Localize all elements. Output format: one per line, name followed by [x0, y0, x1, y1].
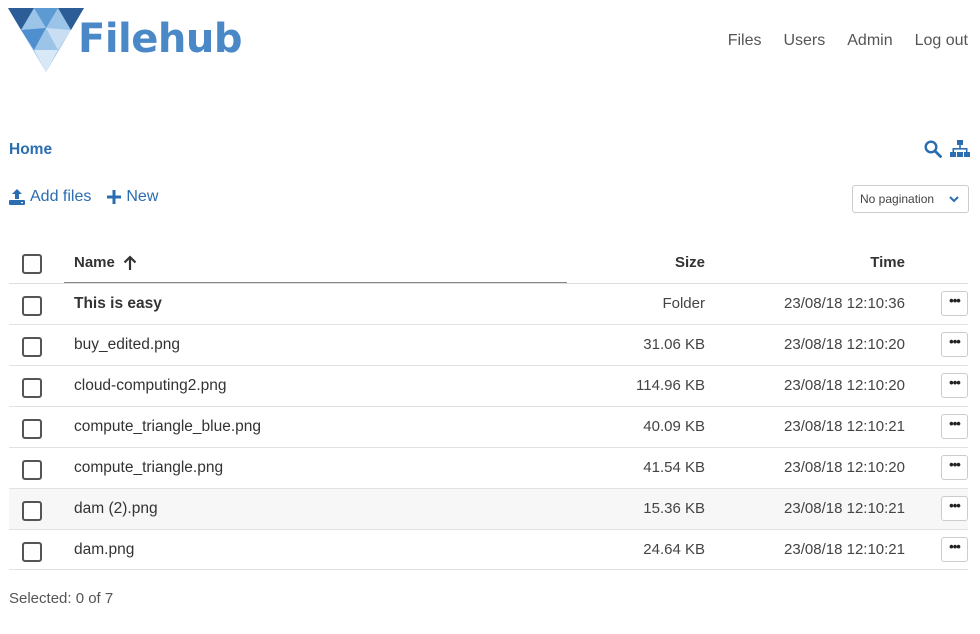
file-actions: Add files New: [9, 188, 174, 206]
file-time: 23/08/18 12:10:21: [784, 500, 905, 517]
file-name[interactable]: cloud-computing2.png: [74, 377, 227, 395]
file-name[interactable]: dam.png: [74, 541, 134, 559]
column-header-name[interactable]: Name: [74, 254, 137, 271]
file-size: 15.36 KB: [643, 500, 705, 517]
more-actions-button[interactable]: •••: [941, 537, 968, 562]
breadcrumb-home[interactable]: Home: [9, 141, 52, 159]
more-actions-button[interactable]: •••: [941, 414, 968, 439]
app-name: Filehub: [78, 16, 242, 62]
nav-admin[interactable]: Admin: [847, 30, 892, 52]
pagination-value: No pagination: [860, 192, 935, 206]
file-time: 23/08/18 12:10:20: [784, 377, 905, 394]
file-size: 40.09 KB: [643, 418, 705, 435]
new-button[interactable]: New: [107, 188, 158, 206]
file-time: 23/08/18 12:10:21: [784, 541, 905, 558]
plus-icon: [107, 190, 122, 204]
row-checkbox[interactable]: [22, 337, 42, 357]
row-checkbox[interactable]: [22, 378, 42, 398]
sort-arrow-up-icon: [123, 254, 137, 270]
logo-triangle-icon: [8, 8, 84, 72]
row-checkbox[interactable]: [22, 542, 42, 562]
file-size: 31.06 KB: [643, 336, 705, 353]
file-name[interactable]: buy_edited.png: [74, 336, 180, 354]
file-name[interactable]: This is easy: [74, 295, 162, 313]
file-time: 23/08/18 12:10:36: [784, 295, 905, 312]
more-actions-button[interactable]: •••: [941, 373, 968, 398]
row-checkbox[interactable]: [22, 296, 42, 316]
table-row[interactable]: dam.png 24.64 KB 23/08/18 12:10:21 •••: [9, 529, 968, 570]
table-row-hovered[interactable]: dam (2).png 15.36 KB 23/08/18 12:10:21 •…: [9, 488, 968, 529]
select-all-checkbox[interactable]: [22, 254, 42, 274]
file-size: Folder: [662, 295, 705, 312]
filehub-logo[interactable]: Filehub: [8, 8, 242, 74]
table-row[interactable]: compute_triangle_blue.png 40.09 KB 23/08…: [9, 406, 968, 447]
file-name[interactable]: dam (2).png: [74, 500, 158, 518]
file-size: 41.54 KB: [643, 459, 705, 476]
table-row-folder[interactable]: This is easy Folder 23/08/18 12:10:36 ••…: [9, 283, 968, 324]
column-header-size[interactable]: Size: [675, 254, 705, 271]
table-row[interactable]: compute_triangle.png 41.54 KB 23/08/18 1…: [9, 447, 968, 488]
more-actions-button[interactable]: •••: [941, 291, 968, 316]
nav-files[interactable]: Files: [728, 30, 762, 52]
selection-count: Selected: 0 of 7: [9, 590, 114, 607]
file-size: 114.96 KB: [636, 377, 705, 394]
file-size: 24.64 KB: [643, 541, 705, 558]
row-checkbox[interactable]: [22, 501, 42, 521]
more-actions-button[interactable]: •••: [941, 496, 968, 521]
sitemap-icon[interactable]: [950, 140, 970, 158]
search-icon[interactable]: [924, 140, 942, 158]
table-header: Name Size Time: [9, 242, 968, 284]
new-label: New: [126, 188, 159, 205]
nav-users[interactable]: Users: [783, 30, 825, 52]
chevron-down-icon: [949, 196, 959, 203]
add-files-button[interactable]: Add files: [9, 188, 91, 206]
row-checkbox[interactable]: [22, 460, 42, 480]
file-name[interactable]: compute_triangle_blue.png: [74, 418, 261, 436]
more-actions-button[interactable]: •••: [941, 332, 968, 357]
top-navigation: Files Users Admin Log out: [706, 30, 968, 52]
upload-icon: [9, 189, 25, 205]
table-row[interactable]: buy_edited.png 31.06 KB 23/08/18 12:10:2…: [9, 324, 968, 365]
file-time: 23/08/18 12:10:20: [784, 336, 905, 353]
table-row[interactable]: cloud-computing2.png 114.96 KB 23/08/18 …: [9, 365, 968, 406]
more-actions-button[interactable]: •••: [941, 455, 968, 480]
file-table: Name Size Time This is easy Folder 23/08…: [9, 242, 968, 570]
file-name[interactable]: compute_triangle.png: [74, 459, 223, 477]
pagination-select[interactable]: No pagination: [852, 185, 969, 213]
column-header-time[interactable]: Time: [870, 254, 905, 271]
view-tools: [924, 140, 970, 158]
add-files-label: Add files: [30, 188, 92, 205]
nav-logout[interactable]: Log out: [915, 30, 968, 52]
row-checkbox[interactable]: [22, 419, 42, 439]
file-time: 23/08/18 12:10:20: [784, 459, 905, 476]
file-time: 23/08/18 12:10:21: [784, 418, 905, 435]
